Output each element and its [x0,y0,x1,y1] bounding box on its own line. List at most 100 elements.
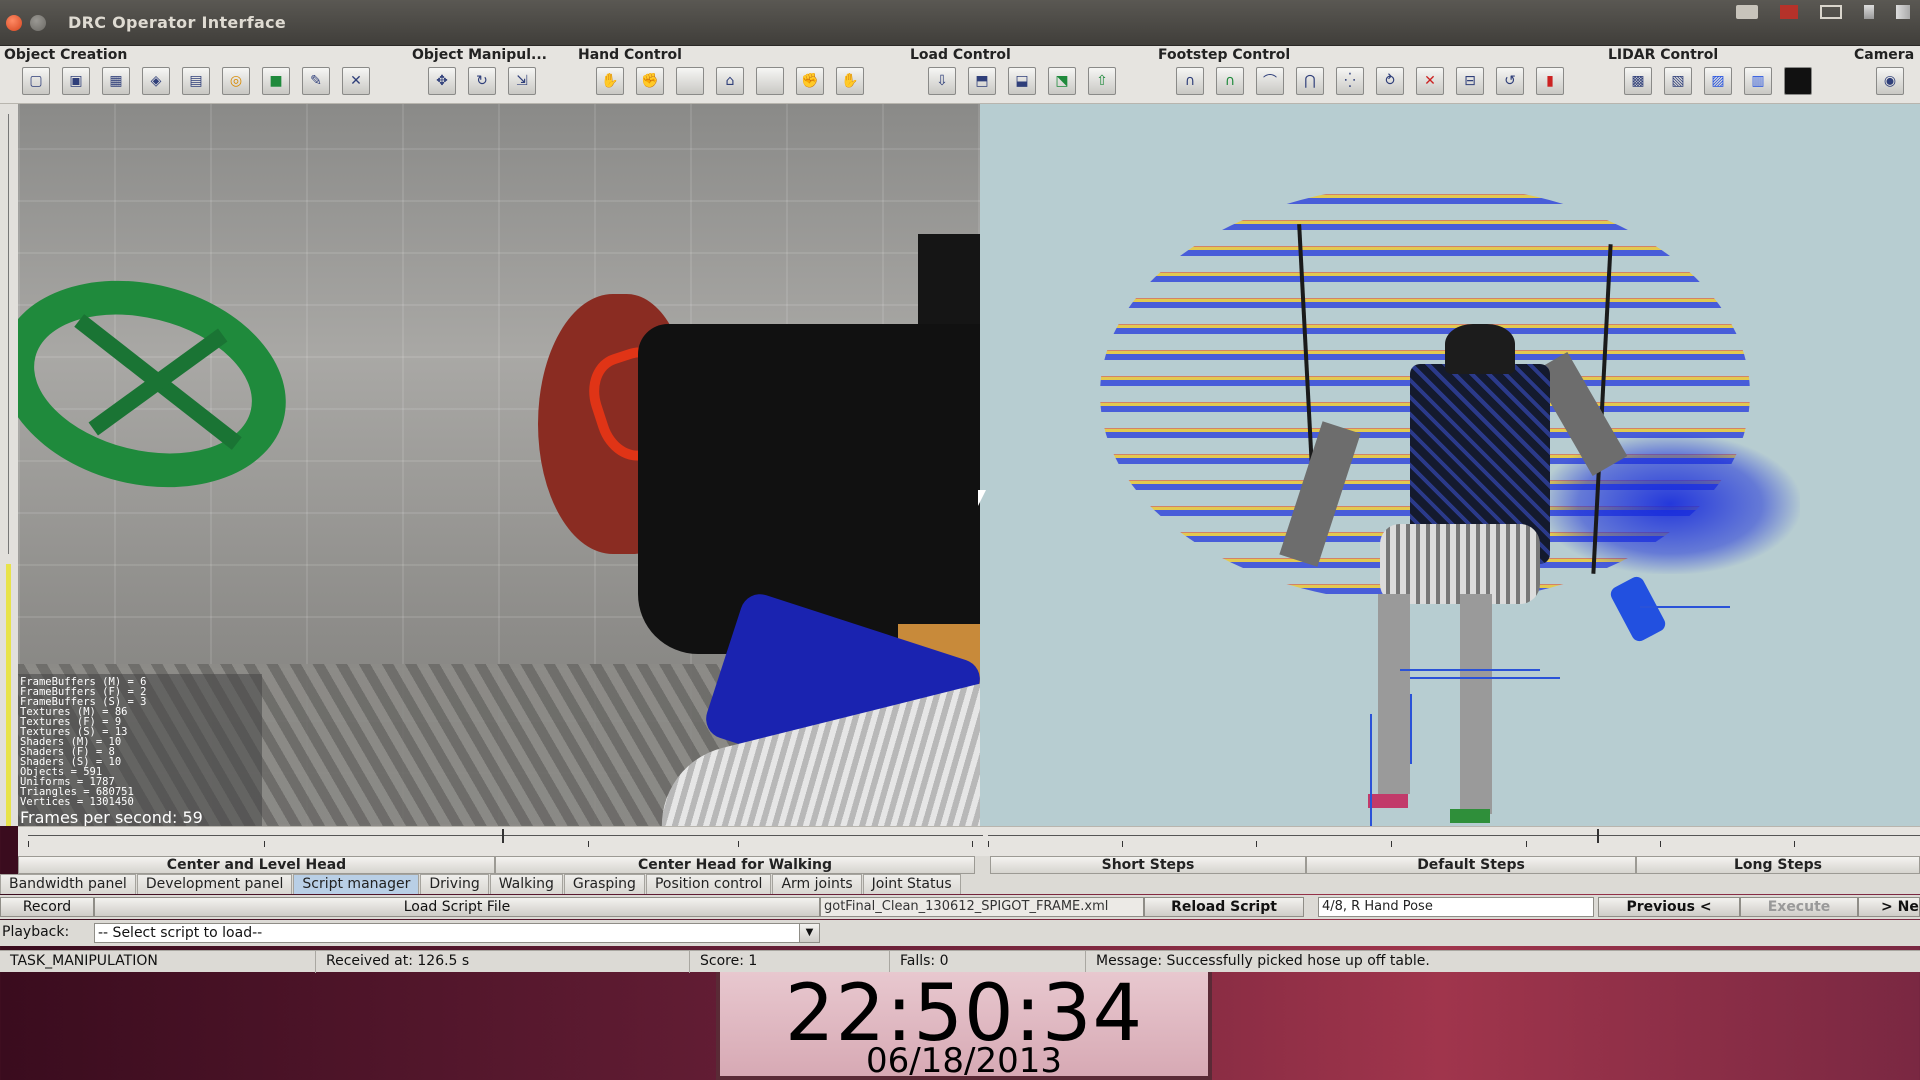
tab-bandwidth-panel[interactable]: Bandwidth panel [0,874,136,894]
load-bump-icon[interactable]: ⬓ [1008,67,1036,95]
window-close-button[interactable] [6,14,22,31]
create-debris-icon[interactable]: ▤ [182,67,210,95]
robot-pelvis [1380,524,1540,604]
lidar-color-icon[interactable]: ▥ [1744,67,1772,95]
keyboard-icon[interactable] [1736,5,1758,19]
rotate-object-icon[interactable]: ↻ [468,67,496,95]
create-vehicle-icon[interactable]: ◈ [142,67,170,95]
hand-close-icon[interactable]: ✊ [636,67,664,95]
move-object-icon[interactable]: ✥ [428,67,456,95]
left-gutter [0,104,18,826]
toolbar-group-camera: Camera ◉ [1854,46,1920,104]
toolbar-group-load-control: Load Control ⇩ ⬒ ⬓ ⬔ ⇧ [910,46,1140,104]
robot-head [1445,324,1515,374]
window-title-bar: DRC Operator Interface [0,0,1920,46]
toolbar-group-label: Object Manipul... [412,47,547,63]
mail-icon[interactable] [1820,5,1842,19]
robot-forearm [638,324,980,654]
level-indicator [6,564,11,826]
create-object-icon[interactable]: ▢ [22,67,50,95]
footstep-delete-icon[interactable]: ✕ [1416,67,1444,95]
toolbar-group-label: Footstep Control [1158,47,1291,63]
toolbar-group-label: LIDAR Control [1608,47,1719,63]
lidar-black-icon[interactable] [1784,67,1812,95]
center-level-head-button[interactable]: Center and Level Head [18,856,495,874]
script-step-field: 4/8, R Hand Pose [1318,897,1594,917]
create-box-icon[interactable]: ▣ [62,67,90,95]
load-script-file-button[interactable]: Load Script File [94,897,820,917]
hand-blank-icon[interactable] [676,67,704,95]
previous-step-button[interactable]: Previous < [1598,897,1740,917]
toolbar-group-footstep-control: Footstep Control ∩ ∩ ⌒ ⋂ ⁛ ⥁ ✕ ⊟ ↺ ▮ [1158,46,1598,104]
script-select[interactable]: -- Select script to load-- ▼ [94,923,820,943]
center-head-walking-button[interactable]: Center Head for Walking [495,856,975,874]
received-time: Received at: 126.5 s [316,951,690,973]
align-object-icon[interactable]: ⇲ [508,67,536,95]
load-icon[interactable]: ⇩ [928,67,956,95]
step-slider-track[interactable] [988,835,1920,836]
tab-walking[interactable]: Walking [489,874,563,894]
create-valve-icon[interactable]: ◎ [222,67,250,95]
window-minimize-button[interactable] [30,14,46,31]
create-grid-icon[interactable]: ▦ [102,67,130,95]
chevron-down-icon[interactable]: ▼ [799,924,819,942]
camera-eye-icon[interactable]: ◉ [1876,67,1904,95]
panel-tabs: Bandwidth panel Development panel Script… [0,874,1920,894]
hose-nozzle-marker [1608,574,1668,644]
execute-button[interactable]: Execute [1740,897,1858,917]
create-door-icon[interactable]: ✕ [342,67,370,95]
lidar-clear-icon[interactable]: ▧ [1664,67,1692,95]
network-icon[interactable] [1896,5,1910,19]
load-save-icon[interactable]: ⇧ [1088,67,1116,95]
hand-home-icon[interactable]: ⌂ [716,67,744,95]
footstep-left-icon[interactable]: ∩ [1176,67,1204,95]
lidar-fresh-icon[interactable]: ▩ [1624,67,1652,95]
camera-view[interactable]: FrameBuffers (M) = 6 FrameBuffers (F) = … [18,104,980,826]
head-slider-track[interactable] [28,835,983,836]
footstep-both-icon[interactable]: ⋂ [1296,67,1324,95]
create-drill-icon[interactable]: ✎ [302,67,330,95]
reload-script-button[interactable]: Reload Script [1144,897,1304,917]
short-steps-button[interactable]: Short Steps [990,856,1306,874]
footstep-grid-icon[interactable]: ⁛ [1336,67,1364,95]
footstep-right-icon[interactable]: ∩ [1216,67,1244,95]
status-message: Message: Successfully picked hose up off… [1096,953,1430,969]
tab-grasping[interactable]: Grasping [563,874,645,894]
toolbar-group-label: Camera [1854,47,1915,63]
footstep-stop-icon[interactable]: ▮ [1536,67,1564,95]
task-name: TASK_MANIPULATION [0,951,316,973]
tab-joint-status[interactable]: Joint Status [862,874,961,894]
load-box-icon[interactable]: ⬒ [968,67,996,95]
head-slider-thumb[interactable] [502,829,504,843]
lidar-3d-view[interactable] [980,104,1920,826]
footstep-loop-icon[interactable]: ↺ [1496,67,1524,95]
playback-label: Playback: [2,924,70,940]
footstep-walk-icon[interactable]: ⥁ [1376,67,1404,95]
hand-close2-icon[interactable]: ✊ [796,67,824,95]
render-stats-overlay: FrameBuffers (M) = 6 FrameBuffers (F) = … [18,674,262,826]
create-block-icon[interactable]: ■ [262,67,290,95]
hand-place-icon[interactable]: ✋ [596,67,624,95]
head-pitch-sliders [18,826,1920,858]
hand-blank2-icon[interactable] [756,67,784,95]
footstep-snap-icon[interactable]: ⊟ [1456,67,1484,95]
lidar-depth-icon[interactable]: ▨ [1704,67,1732,95]
tab-position-control[interactable]: Position control [645,874,772,894]
long-steps-button[interactable]: Long Steps [1636,856,1920,874]
tab-arm-joints[interactable]: Arm joints [772,874,862,894]
footstep-turn-icon[interactable]: ⌒ [1256,67,1284,95]
tab-driving[interactable]: Driving [420,874,489,894]
load-wheel-icon[interactable]: ⬔ [1048,67,1076,95]
battery-icon[interactable] [1780,5,1798,19]
bluetooth-icon[interactable] [1864,5,1874,19]
toolbar-group-label: Hand Control [578,47,682,63]
next-step-button[interactable]: > Ne [1858,897,1920,917]
toolbar-group-object-manipulation: Object Manipul... ✥ ↻ ⇲ [412,46,562,104]
hand-place2-icon[interactable]: ✋ [836,67,864,95]
default-steps-button[interactable]: Default Steps [1306,856,1636,874]
tab-development-panel[interactable]: Development panel [136,874,293,894]
toolbar-group-lidar-control: LIDAR Control ▩ ▧ ▨ ▥ [1608,46,1812,104]
step-slider-thumb[interactable] [1597,829,1599,843]
tab-script-manager[interactable]: Script manager [293,874,420,894]
record-button[interactable]: Record [0,897,94,917]
